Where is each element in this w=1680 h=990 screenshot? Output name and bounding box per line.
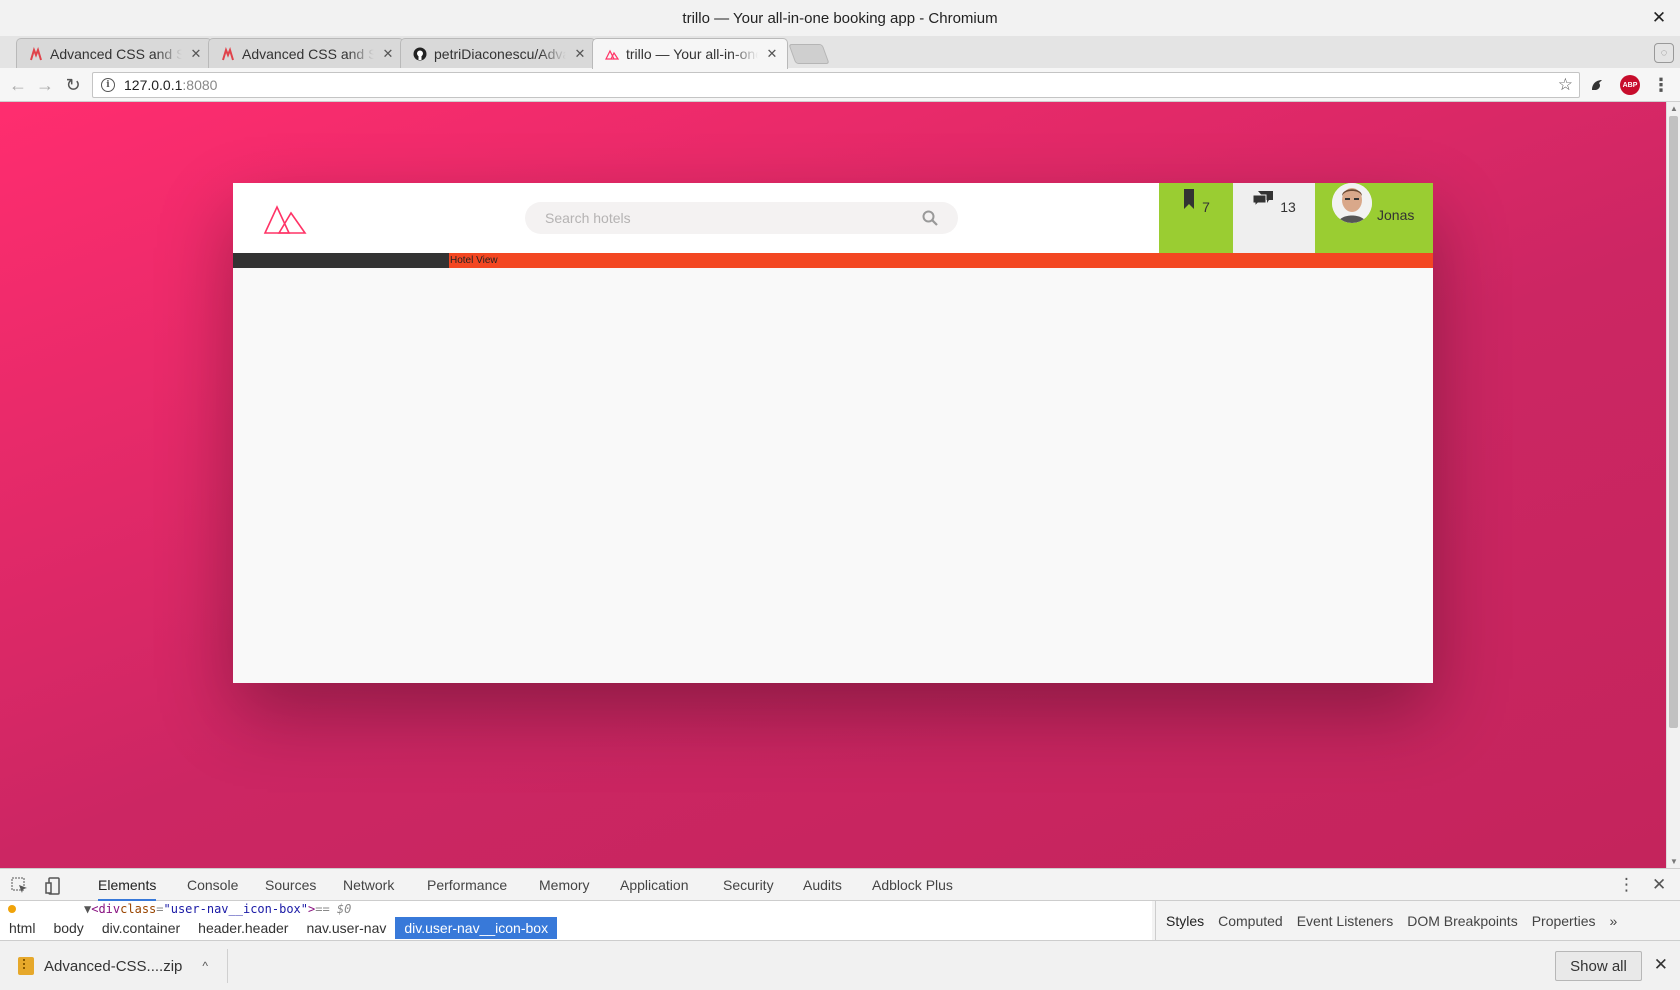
chat-icon	[1252, 191, 1274, 208]
browser-tab[interactable]: petriDiaconescu/Advanced-CSS ✕	[400, 38, 596, 68]
github-icon	[413, 47, 427, 61]
search-icon[interactable]	[922, 210, 938, 226]
breadcrumb-item[interactable]: body	[44, 917, 92, 939]
avatar	[1332, 183, 1372, 223]
browser-tab[interactable]: Advanced CSS and Sass ✕	[208, 38, 404, 68]
devtools-tab-application[interactable]: Application	[620, 869, 689, 901]
breadcrumb: html body div.container header.header na…	[0, 917, 558, 939]
download-shelf: Advanced-CSS....zip ^ Show all ✕	[0, 940, 1680, 990]
more-tabs-chevron-icon[interactable]: »	[1610, 913, 1618, 929]
tab-close-icon[interactable]: ✕	[765, 46, 779, 62]
show-all-button[interactable]: Show all	[1555, 951, 1642, 981]
tab-title: Advanced CSS and Sass	[242, 45, 374, 62]
tab-strip: Advanced CSS and Sass ✕ Advanced CSS and…	[0, 36, 1680, 69]
download-item[interactable]: Advanced-CSS....zip ^	[10, 949, 228, 983]
devtools-menu-icon[interactable]: ⋮	[1618, 875, 1635, 895]
url-port: :8080	[182, 77, 218, 93]
breadcrumb-item[interactable]: header.header	[189, 917, 297, 939]
devtools-tab-bar: Elements Console Sources Network Perform…	[0, 869, 1680, 901]
sidebar-tab-properties[interactable]: Properties	[1532, 913, 1596, 929]
tab-title: petriDiaconescu/Advanced-CSS	[434, 45, 566, 62]
devtools-tab-memory[interactable]: Memory	[539, 869, 590, 901]
scrollbar-thumb[interactable]	[1669, 116, 1678, 728]
trillo-logo-icon[interactable]	[263, 203, 307, 235]
devtools-tab-performance[interactable]: Performance	[427, 869, 507, 901]
udemy-icon	[221, 46, 235, 61]
breadcrumb-item[interactable]: html	[0, 917, 44, 939]
download-shelf-close-icon[interactable]: ✕	[1654, 955, 1668, 975]
device-toolbar-icon[interactable]	[44, 877, 64, 895]
breadcrumb-item[interactable]: div.container	[93, 917, 189, 939]
zip-file-icon	[18, 957, 34, 975]
page-viewport: 7 13	[0, 102, 1680, 868]
extension-icon[interactable]	[1587, 75, 1607, 95]
bookmark-icon	[1184, 189, 1195, 209]
user-nav: 7 13 Jonas	[1159, 183, 1433, 253]
tab-close-icon[interactable]: ✕	[381, 46, 395, 62]
messages-icon-box[interactable]: 13	[1233, 183, 1315, 253]
app-container: 7 13	[233, 183, 1433, 683]
window-close-icon[interactable]: ✕	[1648, 7, 1670, 29]
devtools-tab-network[interactable]: Network	[343, 869, 394, 901]
sidebar-tab-event-listeners[interactable]: Event Listeners	[1297, 913, 1394, 929]
back-arrow-icon[interactable]: ←	[6, 73, 30, 97]
udemy-icon	[29, 46, 43, 61]
elements-panel: ▼ <div class = "user-nav__icon-box" > == $0 …	[0, 901, 1152, 941]
content-area: Hotel View	[233, 253, 1433, 268]
bookmark-star-icon[interactable]: ☆	[1558, 75, 1573, 95]
sidebar-tab-computed[interactable]: Computed	[1218, 913, 1283, 929]
scroll-down-icon[interactable]: ▼	[1670, 857, 1678, 866]
tab-close-icon[interactable]: ✕	[189, 46, 203, 62]
devtools-tab-audits[interactable]: Audits	[803, 869, 842, 901]
devtools-panel: Elements Console Sources Network Perform…	[0, 868, 1680, 941]
sidebar	[233, 253, 449, 268]
address-bar[interactable]: i 127.0.0.1 :8080 ☆	[92, 72, 1580, 98]
breadcrumb-item-selected[interactable]: div.user-nav__icon-box	[395, 917, 558, 939]
window-titlebar: trillo — Your all-in-one booking app - C…	[0, 0, 1680, 36]
bookmarks-icon-box[interactable]: 7	[1159, 183, 1233, 253]
devtools-tab-security[interactable]: Security	[723, 869, 774, 901]
tab-close-icon[interactable]: ✕	[573, 46, 587, 62]
devtools-sidebar-tabs: Styles Computed Event Listeners DOM Brea…	[1155, 901, 1680, 941]
bookmarks-count: 7	[1202, 199, 1210, 215]
inspect-element-icon[interactable]	[10, 877, 30, 895]
info-icon[interactable]: i	[101, 78, 115, 92]
page-scrollbar[interactable]: ▲ ▼	[1666, 102, 1680, 868]
user-name: Jonas	[1377, 207, 1415, 223]
url-host: 127.0.0.1	[124, 77, 183, 93]
devtools-close-icon[interactable]: ✕	[1652, 875, 1666, 895]
chevron-up-icon[interactable]: ^	[202, 959, 208, 973]
sidebar-tab-dom-breakpoints[interactable]: DOM Breakpoints	[1407, 913, 1517, 929]
profile-icon[interactable]: ◌	[1654, 43, 1674, 63]
forward-arrow-icon[interactable]: →	[33, 73, 57, 97]
search-form	[525, 202, 958, 234]
messages-count: 13	[1280, 199, 1296, 215]
devtools-tab-adblock-plus[interactable]: Adblock Plus	[872, 869, 953, 901]
browser-toolbar: ← → ↻ i 127.0.0.1 :8080 ☆ ABP ⋮	[0, 68, 1680, 102]
search-input[interactable]	[545, 210, 922, 226]
tab-title: Advanced CSS and Sass	[50, 45, 182, 62]
reload-icon[interactable]: ↻	[61, 73, 85, 97]
browser-tab-active[interactable]: trillo — Your all-in-one booking app ✕	[592, 38, 788, 69]
devtools-tab-console[interactable]: Console	[187, 869, 238, 901]
scroll-up-icon[interactable]: ▲	[1670, 104, 1678, 113]
trillo-logo-icon	[605, 47, 619, 61]
hotel-view: Hotel View	[449, 253, 1433, 268]
devtools-tab-elements[interactable]: Elements	[98, 869, 157, 901]
tab-title: trillo — Your all-in-one booking app	[626, 46, 758, 62]
browser-menu-icon[interactable]: ⋮	[1651, 75, 1671, 95]
adblock-plus-icon[interactable]: ABP	[1620, 75, 1640, 95]
user-profile[interactable]: Jonas	[1315, 183, 1433, 253]
download-file-name: Advanced-CSS....zip	[44, 957, 183, 975]
warning-dot-icon	[8, 905, 16, 913]
selected-dom-node[interactable]: ▼ <div class = "user-nav__icon-box" > == $0	[8, 901, 351, 917]
browser-tab[interactable]: Advanced CSS and Sass ✕	[16, 38, 212, 68]
window-title: trillo — Your all-in-one booking app - C…	[682, 9, 998, 27]
app-header: 7 13	[233, 183, 1433, 253]
devtools-tab-sources[interactable]: Sources	[265, 869, 316, 901]
sidebar-tab-styles[interactable]: Styles	[1166, 913, 1204, 929]
new-tab-button[interactable]	[788, 44, 830, 64]
breadcrumb-item[interactable]: nav.user-nav	[297, 917, 395, 939]
